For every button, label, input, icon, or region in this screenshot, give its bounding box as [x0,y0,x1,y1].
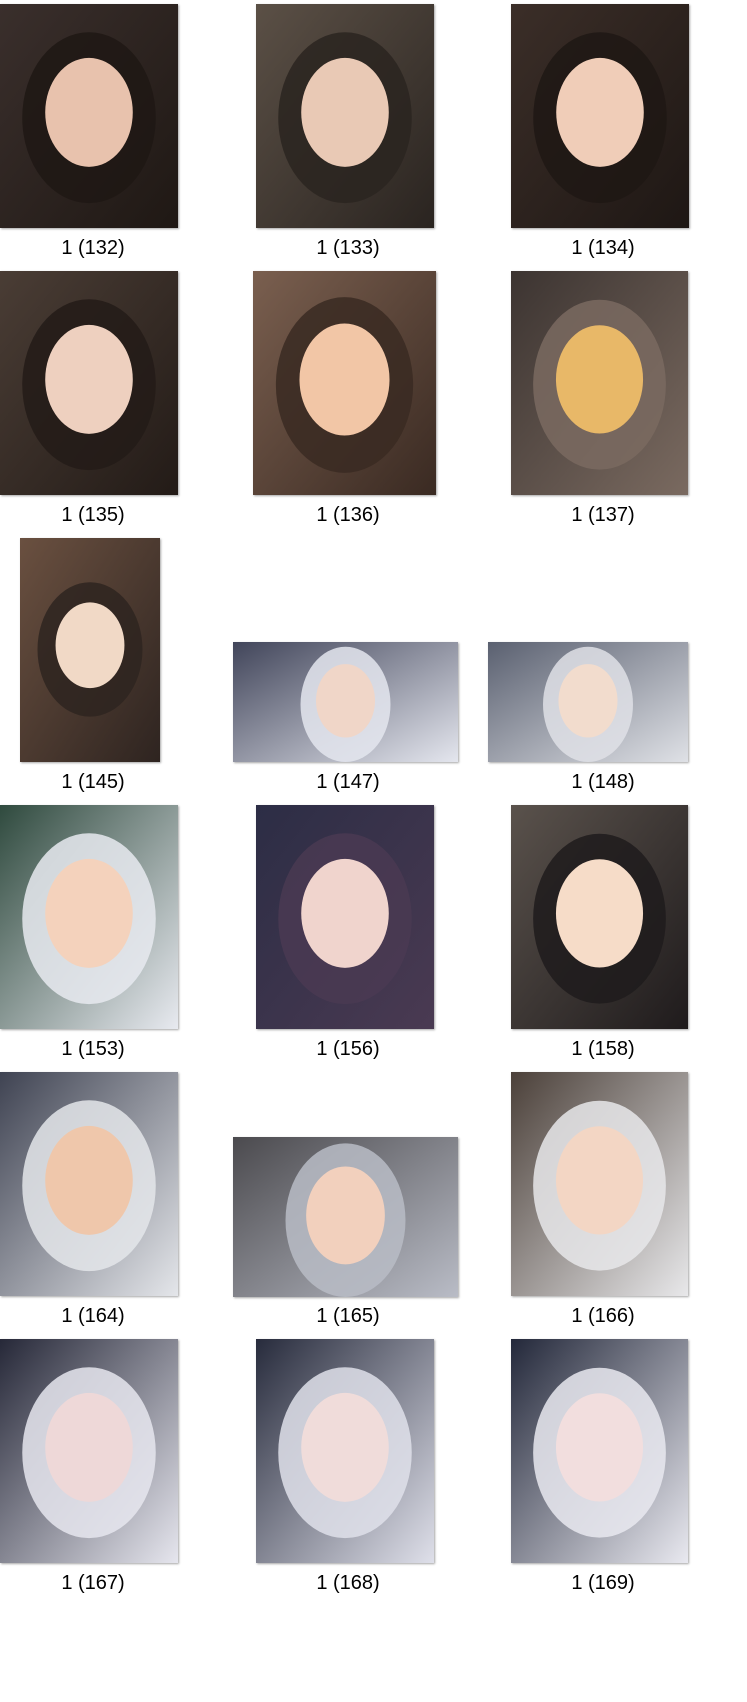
thumbnail-label[interactable]: 1 (136) [258,503,438,527]
photo-placeholder [20,538,160,762]
thumbnail-image[interactable] [233,642,458,762]
thumbnail-label[interactable]: 1 (147) [258,770,438,794]
photo-placeholder [256,4,434,228]
thumbnail-label[interactable]: 1 (145) [3,770,183,794]
thumbnail-image[interactable] [233,1137,458,1297]
photo-placeholder [233,1137,458,1297]
thumbnail-image[interactable] [511,1072,688,1296]
thumbnail-label[interactable]: 1 (148) [513,770,693,794]
photo-placeholder [511,4,689,228]
photo-placeholder [0,4,178,228]
thumbnail-image[interactable] [20,538,160,762]
thumbnail-image[interactable] [253,271,436,495]
thumbnail-image[interactable] [0,1072,178,1296]
photo-placeholder [511,1339,688,1563]
thumbnail-image[interactable] [0,4,178,228]
photo-placeholder [0,1072,178,1296]
thumbnail-image[interactable] [511,805,688,1029]
thumbnail-image[interactable] [0,271,178,495]
thumbnail-image[interactable] [256,4,434,228]
thumbnail-label[interactable]: 1 (132) [3,236,183,260]
thumbnail-image[interactable] [511,271,688,495]
thumbnail-label[interactable]: 1 (167) [3,1571,183,1595]
thumbnail-image[interactable] [0,805,178,1029]
photo-placeholder [256,805,434,1029]
thumbnail-label[interactable]: 1 (158) [513,1037,693,1061]
photo-placeholder [256,1339,434,1563]
thumbnail-image[interactable] [511,1339,688,1563]
thumbnail-label[interactable]: 1 (164) [3,1304,183,1328]
thumbnail-label[interactable]: 1 (133) [258,236,438,260]
photo-placeholder [0,805,178,1029]
thumbnail-label[interactable]: 1 (168) [258,1571,438,1595]
thumbnail-label[interactable]: 1 (169) [513,1571,693,1595]
thumbnail-label[interactable]: 1 (166) [513,1304,693,1328]
thumbnail-label[interactable]: 1 (134) [513,236,693,260]
thumbnail-label[interactable]: 1 (165) [258,1304,438,1328]
thumbnail-image[interactable] [511,4,689,228]
photo-placeholder [253,271,436,495]
thumbnail-image[interactable] [256,805,434,1029]
photo-placeholder [511,805,688,1029]
thumbnail-label[interactable]: 1 (156) [258,1037,438,1061]
thumbnail-label[interactable]: 1 (137) [513,503,693,527]
thumbnail-image[interactable] [488,642,688,762]
photo-placeholder [511,271,688,495]
thumbnail-label[interactable]: 1 (135) [3,503,183,527]
photo-placeholder [488,642,688,762]
thumbnail-label[interactable]: 1 (153) [3,1037,183,1061]
photo-placeholder [233,642,458,762]
photo-placeholder [511,1072,688,1296]
thumbnail-image[interactable] [256,1339,434,1563]
thumbnail-image[interactable] [0,1339,178,1563]
photo-placeholder [0,271,178,495]
photo-placeholder [0,1339,178,1563]
